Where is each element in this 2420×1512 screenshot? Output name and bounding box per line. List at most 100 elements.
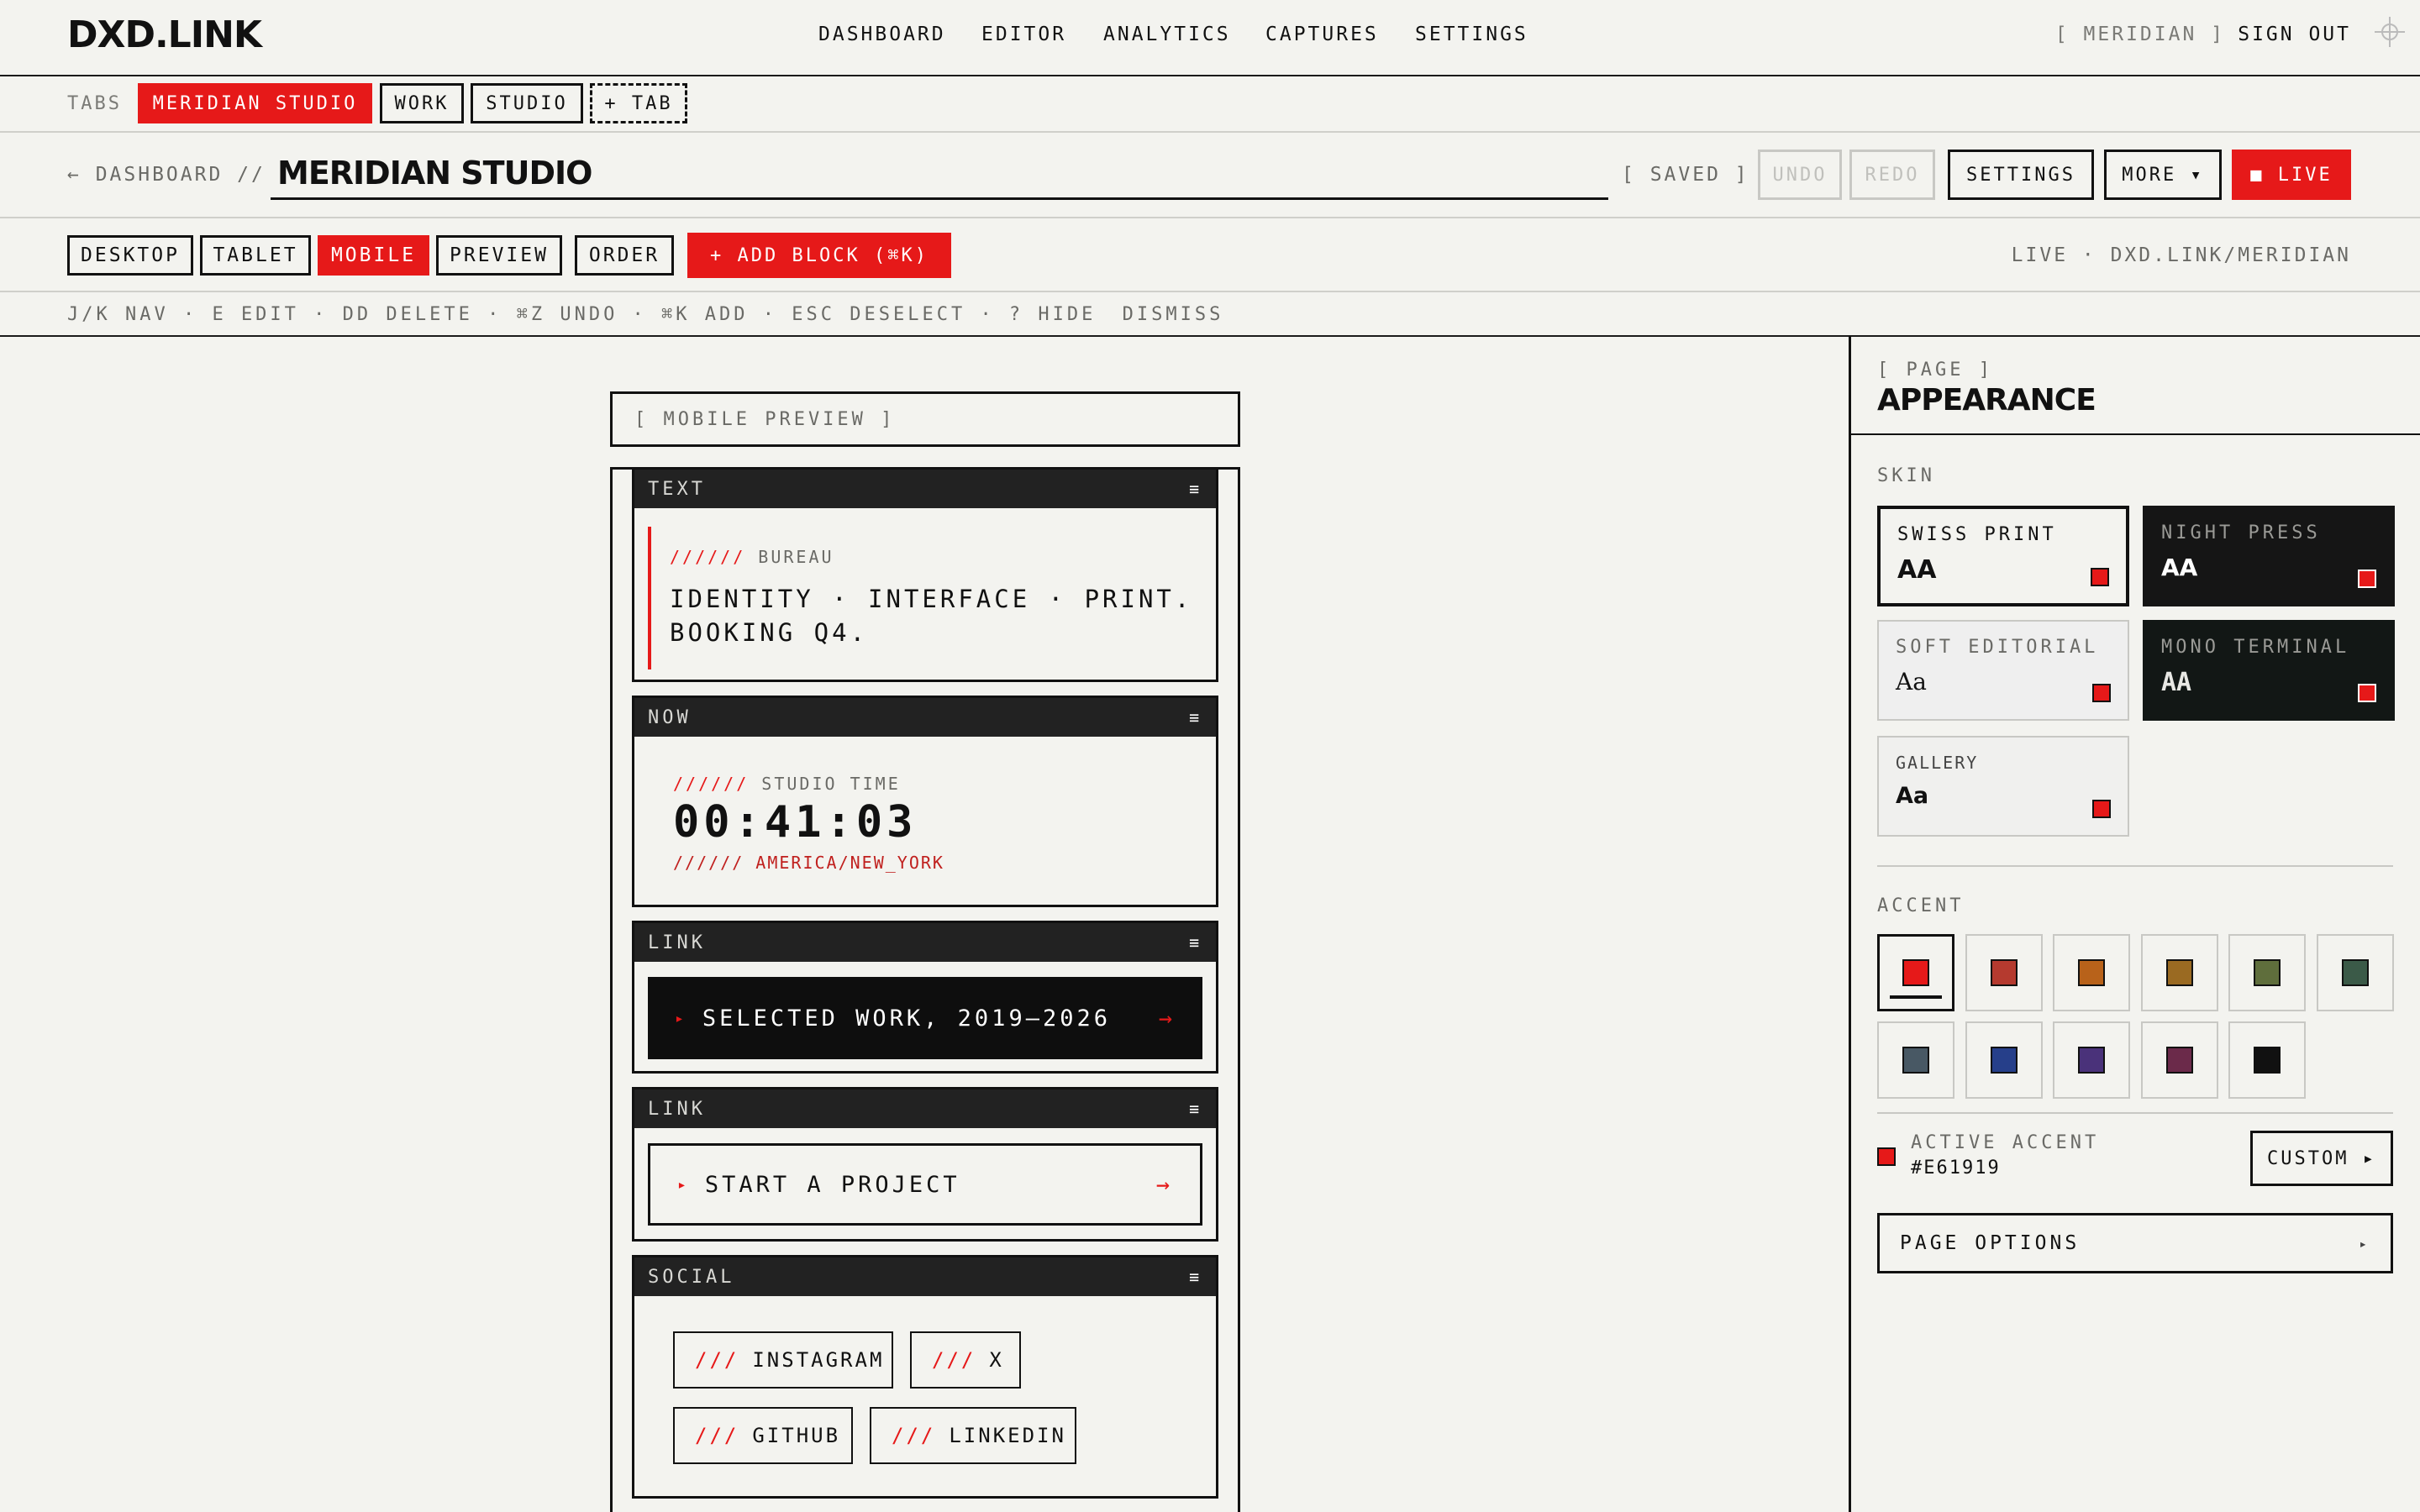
active-accent-label: ACTIVE ACCENT [1911, 1132, 2100, 1153]
device-mobile[interactable]: MOBILE [318, 235, 429, 276]
tab-work[interactable]: WORK [380, 83, 464, 123]
dismiss-hints-link[interactable]: DISMISS [1123, 304, 1224, 325]
link-block[interactable]: LINK ≡ ▸ SELECTED WORK, 2019—2026 → [632, 921, 1218, 1074]
block-type-label: NOW [648, 706, 692, 728]
divider [0, 291, 2420, 292]
accent-swatch-3[interactable] [2053, 934, 2130, 1011]
block-type-label: TEXT [648, 478, 706, 500]
drag-handle-icon[interactable]: ≡ [1189, 707, 1202, 727]
chevron-right-icon: ▸ [2359, 1235, 2370, 1252]
play-icon: ▸ [677, 1175, 690, 1194]
arrow-right-icon: → [1155, 1171, 1173, 1198]
block-header[interactable]: SOCIAL ≡ [634, 1257, 1216, 1296]
block-type-label: SOCIAL [648, 1266, 735, 1288]
social-x[interactable]: ///X [910, 1331, 1021, 1389]
accent-swatch [2092, 800, 2111, 818]
device-desktop[interactable]: DESKTOP [67, 235, 193, 276]
clock-block[interactable]: NOW ≡ ////// STUDIO TIME 00:41:03 //////… [632, 696, 1218, 907]
accent-swatch-11[interactable] [2228, 1021, 2306, 1099]
drag-handle-icon[interactable]: ≡ [1189, 479, 1202, 499]
accent-swatch-5[interactable] [2228, 934, 2306, 1011]
back-to-dashboard-link[interactable]: ← DASHBOARD // [67, 164, 266, 186]
color-chip [2254, 1047, 2281, 1074]
color-chip [2254, 959, 2281, 986]
text-body: IDENTITY · INTERFACE · PRINT. BOOKING Q4… [670, 585, 1193, 647]
accent-swatch-4[interactable] [2140, 934, 2218, 1011]
skin-swiss-print[interactable]: SWISS PRINT AA [1877, 506, 2129, 606]
accent-swatch-6[interactable] [2316, 934, 2394, 1011]
social-block[interactable]: SOCIAL ≡ ///INSTAGRAM ///X ///GITHUB ///… [632, 1255, 1218, 1499]
tab-studio[interactable]: STUDIO [471, 83, 583, 123]
active-accent-swatch [1877, 1147, 1896, 1166]
divider [1877, 865, 2393, 867]
social-instagram[interactable]: ///INSTAGRAM [673, 1331, 893, 1389]
divider [1877, 1112, 2393, 1114]
skin-sample: AA [2161, 668, 2192, 697]
accent-swatch-2[interactable] [1965, 934, 2043, 1011]
color-chip [2078, 1047, 2105, 1074]
app-logo[interactable]: DXD.LINK [67, 13, 262, 56]
accent-swatch-8[interactable] [1965, 1021, 2043, 1099]
settings-button[interactable]: SETTINGS [1948, 150, 2094, 200]
text-kicker: ////// BUREAU [670, 547, 834, 567]
block-header[interactable]: LINK ≡ [634, 1089, 1216, 1128]
skin-name: SWISS PRINT [1897, 524, 2057, 545]
selected-work-link[interactable]: ▸ SELECTED WORK, 2019—2026 → [648, 977, 1202, 1059]
text-block[interactable]: TEXT ≡ ////// BUREAU IDENTITY · INTERFAC… [632, 467, 1218, 682]
live-button[interactable]: ■ LIVE [2232, 150, 2351, 200]
skin-sample: Aa [1896, 668, 1927, 696]
undo-button[interactable]: UNDO [1758, 150, 1842, 200]
nav-captures[interactable]: CAPTURES [1265, 24, 1379, 45]
skin-label: SKIN [1877, 465, 1935, 486]
drag-handle-icon[interactable]: ≡ [1189, 932, 1202, 953]
device-order[interactable]: ORDER [575, 235, 674, 276]
device-tablet[interactable]: TABLET [200, 235, 311, 276]
tab-meridian-studio[interactable]: MERIDIAN STUDIO [138, 83, 372, 123]
accent-swatch-7[interactable] [1877, 1021, 1954, 1099]
skin-gallery[interactable]: GALLERY Aa [1877, 736, 2129, 837]
start-project-link[interactable]: ▸ START A PROJECT → [648, 1143, 1202, 1226]
live-url[interactable]: LIVE · DXD.LINK/MERIDIAN [2012, 244, 2351, 266]
drag-handle-icon[interactable]: ≡ [1189, 1099, 1202, 1119]
block-type-label: LINK [648, 932, 706, 953]
block-header[interactable]: TEXT ≡ [634, 470, 1216, 508]
block-header[interactable]: LINK ≡ [634, 923, 1216, 962]
page-title-input[interactable]: MERIDIAN STUDIO [271, 148, 1608, 200]
panel-title: APPEARANCE [1877, 383, 2096, 417]
block-type-label: LINK [648, 1098, 706, 1120]
page-options-toggle[interactable]: PAGE OPTIONS ▸ [1877, 1213, 2393, 1273]
block-header[interactable]: NOW ≡ [634, 698, 1216, 737]
social-linkedin[interactable]: ///LINKEDIN [870, 1407, 1076, 1464]
sign-out-link[interactable]: SIGN OUT [2238, 24, 2351, 45]
nav-settings[interactable]: SETTINGS [1415, 24, 1528, 45]
clock-time: 00:41:03 [673, 797, 918, 848]
color-chip [2078, 959, 2105, 986]
add-block-button[interactable]: + ADD BLOCK (⌘K) [687, 233, 951, 278]
accent-swatch-10[interactable] [2140, 1021, 2218, 1099]
clock-timezone: ////// AMERICA/NEW_YORK [673, 853, 944, 873]
social-github[interactable]: ///GITHUB [673, 1407, 853, 1464]
skin-sample: AA [2161, 554, 2198, 581]
device-preview[interactable]: PREVIEW [436, 235, 562, 276]
skin-night-press[interactable]: NIGHT PRESS AA [2143, 506, 2395, 606]
skin-soft-editorial[interactable]: SOFT EDITORIAL Aa [1877, 620, 2129, 721]
link-block[interactable]: LINK ≡ ▸ START A PROJECT → [632, 1087, 1218, 1242]
color-chip [1990, 959, 2018, 986]
custom-accent-button[interactable]: CUSTOM ▸ [2250, 1131, 2393, 1186]
keyboard-hints: J/K NAV · E EDIT · DD DELETE · ⌘Z UNDO ·… [67, 304, 1223, 325]
crosshair-icon [2375, 17, 2405, 47]
nav-editor[interactable]: EDITOR [981, 24, 1066, 45]
nav-dashboard[interactable]: DASHBOARD [818, 24, 946, 45]
redo-button[interactable]: REDO [1849, 150, 1935, 200]
add-tab-button[interactable]: + TAB [590, 83, 687, 123]
workspace-label: [ MERIDIAN ] [2054, 24, 2225, 45]
accent-swatch-1[interactable] [1877, 934, 1954, 1011]
link-label: START A PROJECT [704, 1171, 960, 1198]
nav-analytics[interactable]: ANALYTICS [1103, 24, 1231, 45]
more-dropdown[interactable]: MORE ▾ [2104, 150, 2222, 200]
mobile-preview-label: [ MOBILE PREVIEW ] [610, 391, 1240, 447]
accent-swatch-9[interactable] [2053, 1021, 2130, 1099]
skin-mono-terminal[interactable]: MONO TERMINAL AA [2143, 620, 2395, 721]
drag-handle-icon[interactable]: ≡ [1189, 1267, 1202, 1287]
arrow-right-icon: → [1158, 1005, 1176, 1032]
